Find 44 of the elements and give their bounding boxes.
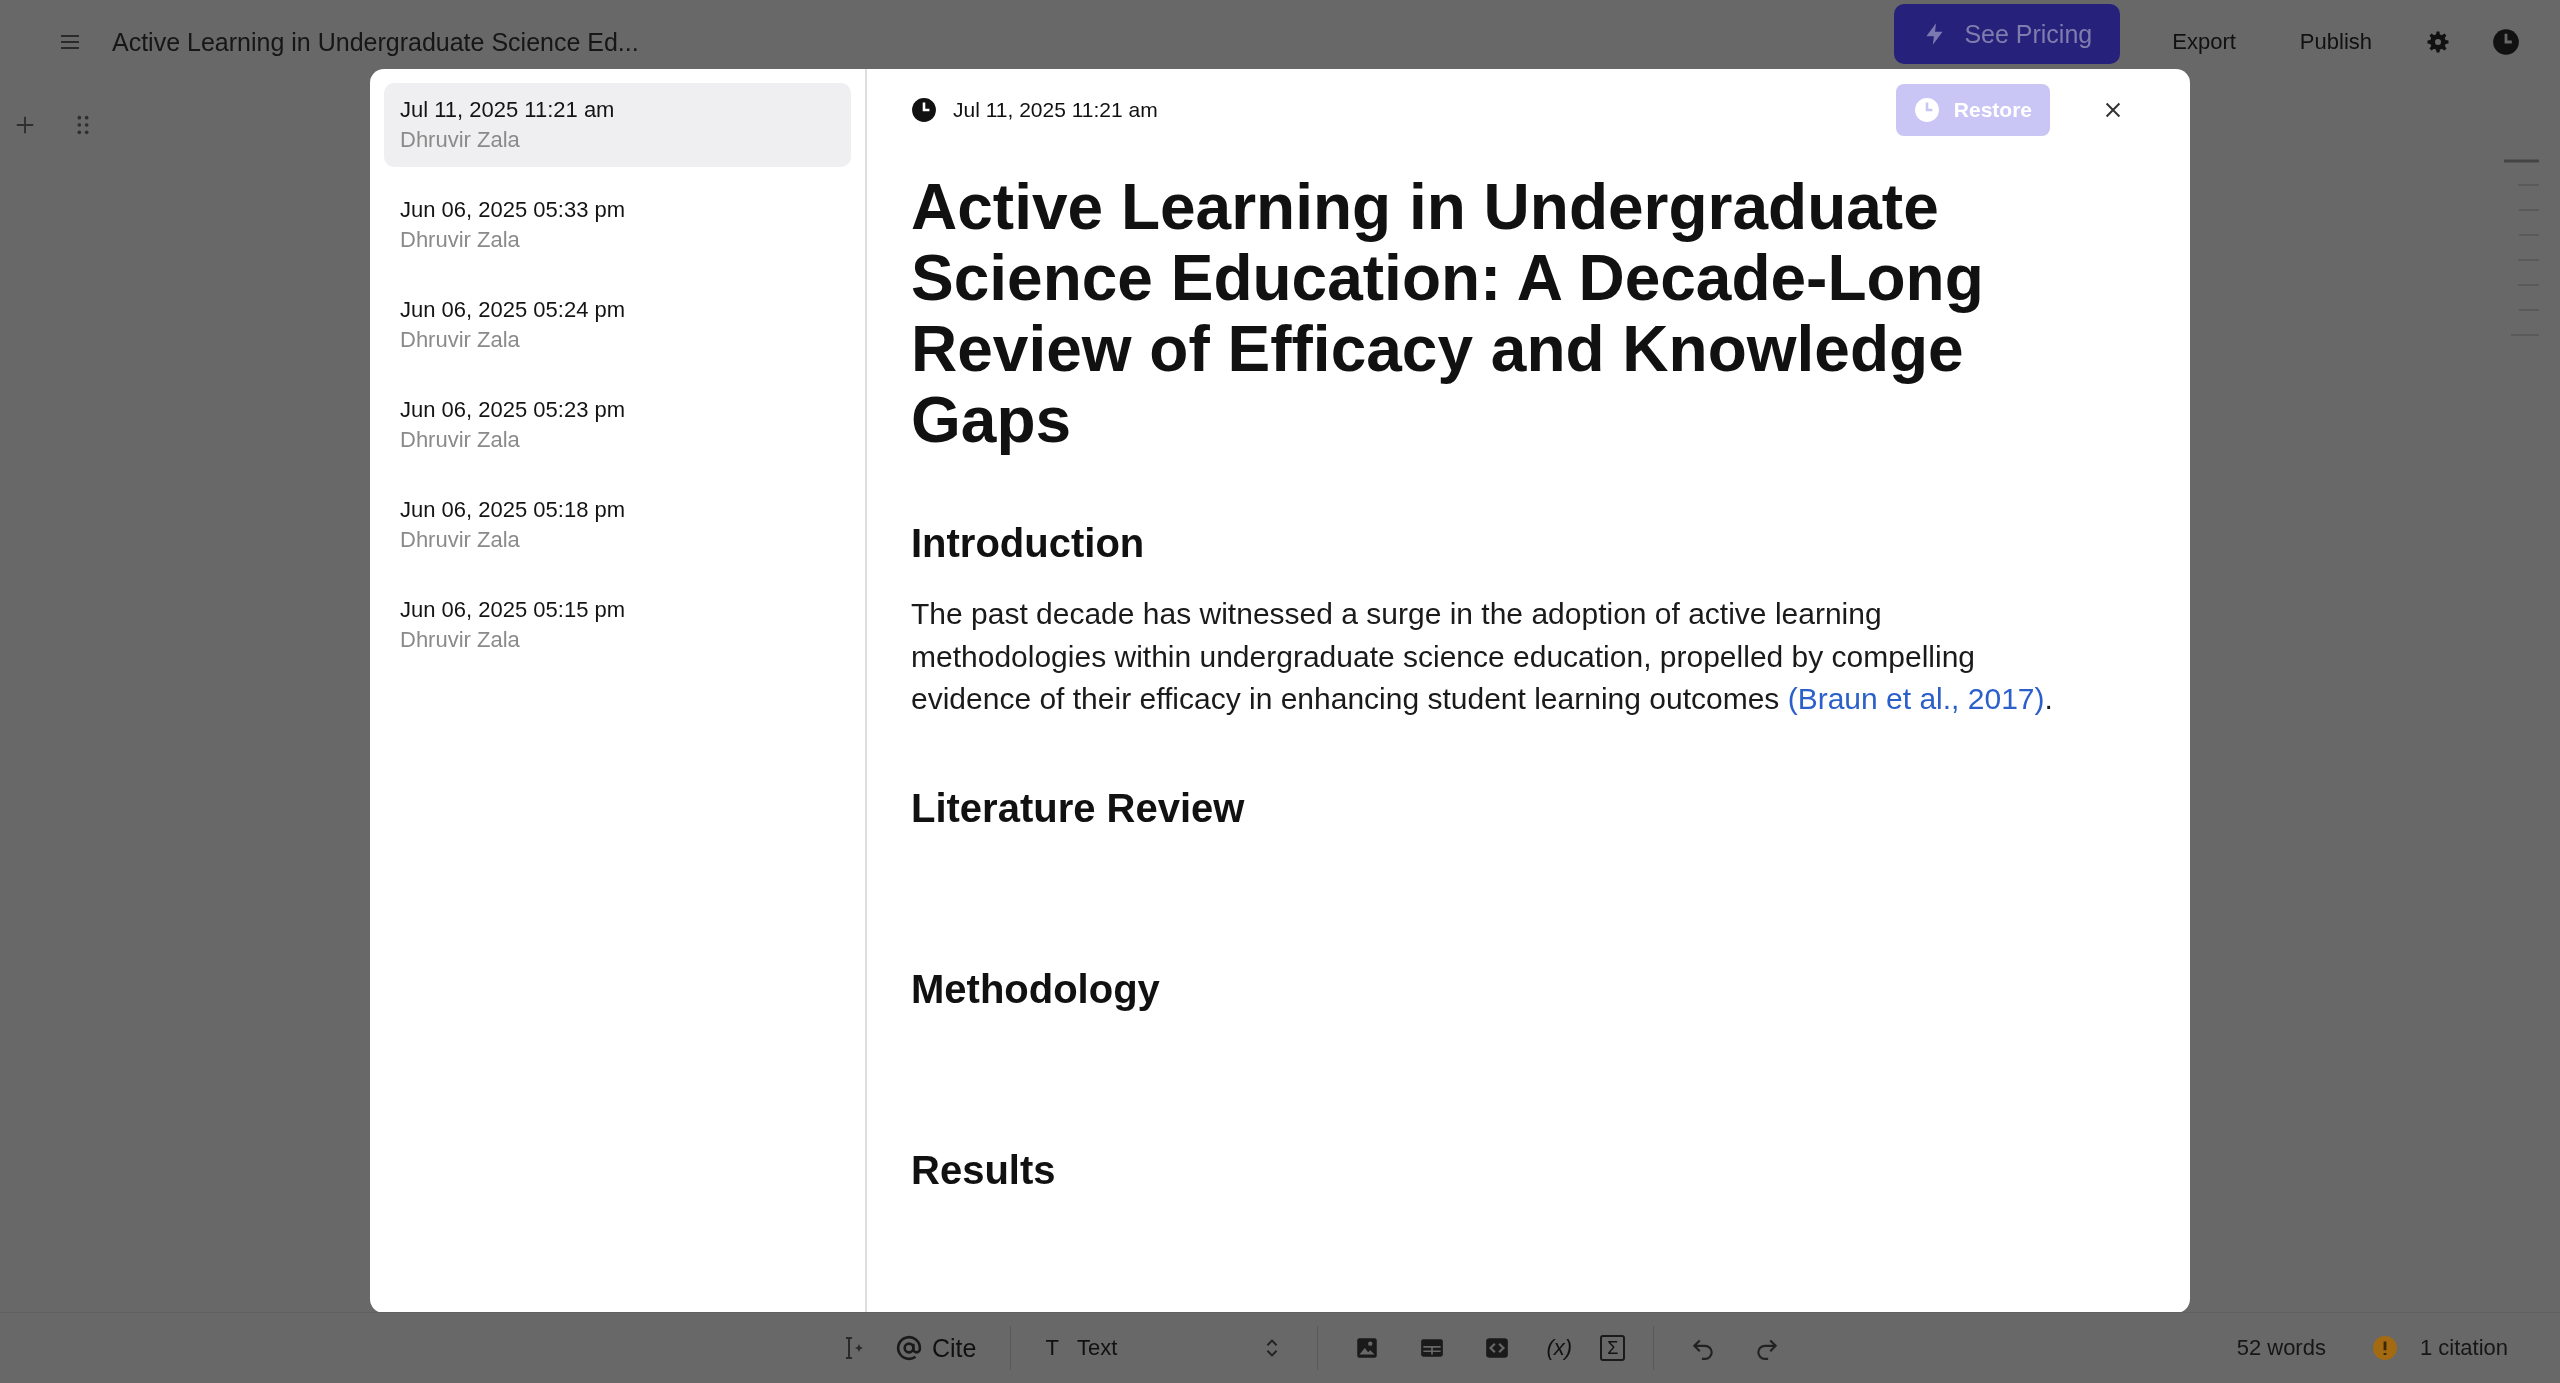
document-heading: Active Learning in Undergraduate Science Education: A Decade-Long Review of Efficacy and Knowledge Gaps — [911, 172, 1985, 456]
version-timestamp: Jul 11, 2025 11:21 am — [400, 97, 616, 123]
version-author: Dhruvir Zala — [400, 227, 521, 253]
version-timestamp: Jun 06, 2025 05:15 pm — [400, 597, 627, 623]
section-heading: Introduction — [911, 520, 1146, 567]
version-author: Dhruvir Zala — [400, 127, 521, 153]
citation-link[interactable]: (Braun et al., 2017) — [1787, 682, 2045, 715]
clock-icon[interactable] — [2492, 28, 2520, 56]
version-timestamp: Jun 06, 2025 05:33 pm — [400, 197, 627, 223]
version-item[interactable]: Jun 06, 2025 05:23 pm Dhruvir Zala — [384, 383, 851, 467]
clock-icon — [911, 97, 937, 123]
version-timestamp: Jun 06, 2025 05:23 pm — [400, 397, 627, 423]
version-item[interactable]: Jun 06, 2025 05:24 pm Dhruvir Zala — [384, 283, 851, 367]
citation-count[interactable]: 1 citation — [2419, 1335, 2508, 1361]
warning-icon — [2371, 1335, 2398, 1361]
version-timestamp: Jun 06, 2025 05:24 pm — [400, 297, 627, 323]
section-heading: Results — [911, 1146, 1057, 1194]
drag-handle-icon[interactable] — [76, 114, 90, 136]
version-item[interactable]: Jun 06, 2025 05:33 pm Dhruvir Zala — [384, 183, 851, 267]
at-sign-icon — [896, 1335, 922, 1361]
version-timestamp: Jul 11, 2025 11:21 am — [953, 98, 1158, 122]
publish-button[interactable]: Publish — [2287, 21, 2384, 63]
version-author: Dhruvir Zala — [400, 427, 521, 453]
block-type-select[interactable]: T Text — [1039, 1331, 1290, 1365]
version-item[interactable]: Jun 06, 2025 05:15 pm Dhruvir Zala — [384, 583, 851, 667]
variable-button[interactable]: (x) — [1540, 1331, 1579, 1365]
see-pricing-button[interactable]: See Pricing — [1894, 4, 2121, 64]
plus-icon[interactable] — [14, 114, 36, 136]
export-button[interactable]: Export — [2160, 21, 2248, 63]
version-author: Dhruvir Zala — [400, 327, 521, 353]
formula-button[interactable]: Σ — [1600, 1335, 1626, 1361]
paragraph: The past decade has witnessed a surge in the adoption of active learning methodologies within undergraduate science education, propelled by compelling evidence of their efficacy in enhancing student learning outcomes (Braun et al., 2017). — [911, 596, 2054, 717]
document-title: Active Learning in Undergraduate Science Ed... — [112, 27, 639, 57]
version-timestamp: Jun 06, 2025 05:18 pm — [400, 497, 627, 523]
section-heading: Literature Review — [911, 784, 1246, 832]
code-icon[interactable] — [1484, 1335, 1511, 1361]
clock-icon — [1913, 97, 1940, 123]
word-count: 52 words — [2236, 1335, 2326, 1361]
version-author: Dhruvir Zala — [400, 527, 521, 553]
version-item[interactable]: Jun 06, 2025 05:18 pm Dhruvir Zala — [384, 483, 851, 567]
section-heading: Methodology — [911, 965, 1161, 1013]
version-author: Dhruvir Zala — [400, 627, 521, 653]
cite-button[interactable]: Cite — [890, 1329, 983, 1367]
version-item[interactable]: Jul 11, 2025 11:21 am Dhruvir Zala — [384, 83, 851, 167]
